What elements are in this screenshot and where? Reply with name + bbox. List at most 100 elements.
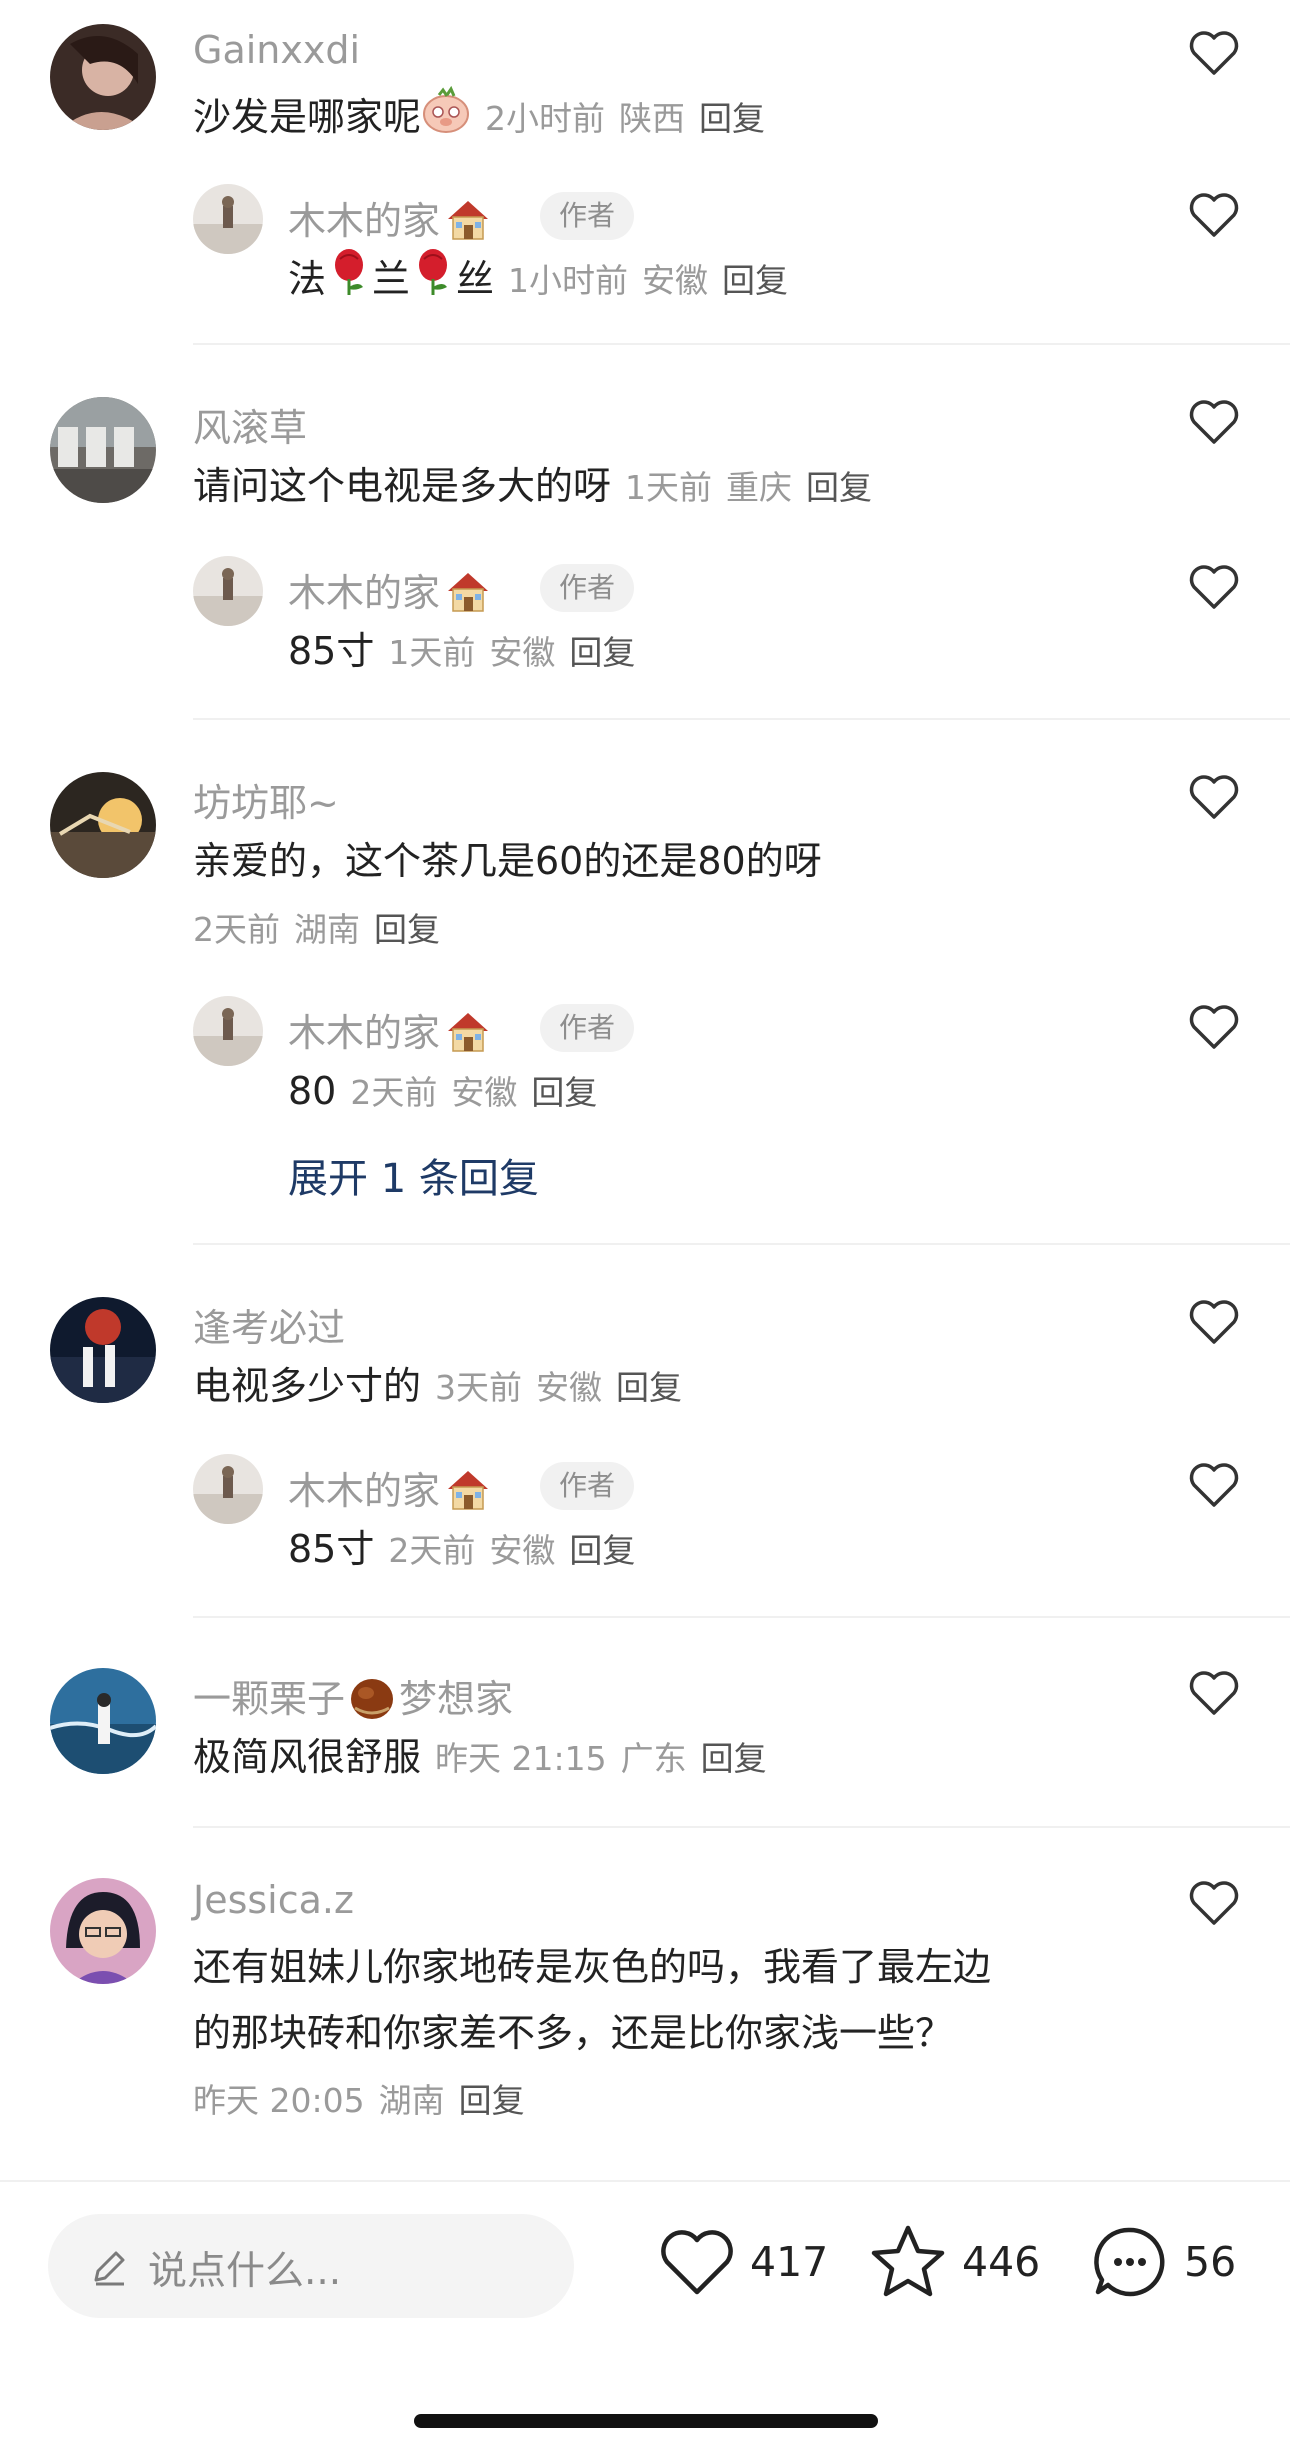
reply-button[interactable]: 回复 xyxy=(374,910,440,949)
expand-replies-button[interactable]: 展开 1 条回复 xyxy=(288,1146,539,1204)
author-badge: 作者 xyxy=(540,1004,634,1052)
pencil-icon xyxy=(94,2251,125,2286)
comment-text-line: 电视多少寸的 3天前 安徽 回复 xyxy=(193,1353,682,1421)
reply-button[interactable]: 回复 xyxy=(569,633,635,672)
comment-text-line: 请问这个电视是多大的呀 1天前 重庆 回复 xyxy=(193,453,872,521)
author-badge: 作者 xyxy=(540,1462,634,1510)
heart-outline-icon[interactable] xyxy=(1187,1876,1241,1930)
avatar[interactable] xyxy=(50,772,156,878)
comment-thread: 坊坊耶~ 亲爱的，这个茶几是60的还是80的呀 2天前 湖南 回复 木木的家 作者 … xyxy=(0,720,1290,1245)
reply-time: 2天前 xyxy=(388,1531,476,1570)
heart-outline-icon[interactable] xyxy=(1187,1000,1241,1054)
avatar[interactable] xyxy=(50,1878,156,1984)
username[interactable]: Jessica.z xyxy=(193,1878,354,1922)
chat-bubble-icon xyxy=(1094,2227,1165,2297)
comment-thread: Jessica.z 还有姐妹儿你家地砖是灰色的吗，我看了最左边 的那块砖和你家差… xyxy=(0,1828,1290,2178)
comment-text-line: 沙发是哪家呢 2小时前 陕西 回复 xyxy=(193,84,765,154)
comment-thread: 逢考必过 电视多少寸的 3天前 安徽 回复 木木的家 作者 85寸 2天前 安徽 回复 xyxy=(0,1245,1290,1618)
heart-outline-icon[interactable] xyxy=(1187,1295,1241,1349)
username[interactable]: 木木的家 xyxy=(288,190,492,252)
username[interactable]: 木木的家 xyxy=(288,562,492,624)
house-emoji-icon xyxy=(444,195,492,252)
rose-emoji-icon xyxy=(326,247,372,317)
comment-time: 昨天 20:05 xyxy=(193,2081,365,2120)
comment-thread: Gainxxdi 沙发是哪家呢 2小时前 陕西 回复 木木的家 作者 法 兰 丝 1小时前安… xyxy=(0,0,1290,345)
comment-text: 还有姐妹儿你家地砖是灰色的吗，我看了最左边 xyxy=(193,1945,992,1989)
reply-text: 85寸 xyxy=(288,629,375,673)
comment-input-placeholder: 说点什么... xyxy=(148,2249,342,2294)
reply-location: 安徽 xyxy=(489,633,556,672)
comment-text: 电视多少寸的 xyxy=(193,1364,422,1408)
heart-outline-icon[interactable] xyxy=(1187,188,1241,242)
like-count: 417 xyxy=(750,2238,829,2286)
comment-location: 湖南 xyxy=(294,910,360,949)
comment-location: 重庆 xyxy=(726,468,793,507)
reply-button[interactable]: 回复 xyxy=(569,1531,635,1570)
avatar[interactable] xyxy=(193,184,263,254)
comment-location: 广东 xyxy=(620,1739,687,1778)
favorite-button[interactable]: 446 xyxy=(868,2224,1048,2304)
heart-outline-icon xyxy=(661,2230,733,2295)
comment-text: 请问这个电视是多大的呀 xyxy=(193,464,612,508)
heart-outline-icon[interactable] xyxy=(1187,1458,1241,1512)
home-indicator xyxy=(414,2414,878,2428)
username[interactable]: 坊坊耶~ xyxy=(193,772,339,827)
username[interactable]: 逢考必过 xyxy=(193,1297,345,1352)
comment-meta-line: 2天前 湖南 回复 xyxy=(193,895,440,963)
reply-text: 丝 xyxy=(456,257,495,301)
comment-feed: Gainxxdi 沙发是哪家呢 2小时前 陕西 回复 木木的家 作者 法 兰 丝 1小时前安… xyxy=(0,0,1290,2178)
comment-text: 极简风很舒服 xyxy=(193,1735,422,1779)
username[interactable]: 木木的家 xyxy=(288,1460,492,1522)
username[interactable]: Gainxxdi xyxy=(193,28,360,72)
reply-button[interactable]: 回复 xyxy=(616,1368,682,1407)
heart-outline-icon[interactable] xyxy=(1187,560,1241,614)
comment-location: 湖南 xyxy=(378,2081,445,2120)
reply-button[interactable]: 回复 xyxy=(701,1739,767,1778)
reply-text: 85寸 xyxy=(288,1527,375,1571)
heart-outline-icon[interactable] xyxy=(1187,26,1241,80)
reply-button[interactable]: 回复 xyxy=(806,468,872,507)
username[interactable]: 风滚草 xyxy=(193,397,307,452)
comment-thread: 一颗栗子 梦想家 极简风很舒服 昨天 21:15 广东 回复 xyxy=(0,1618,1290,1828)
avatar[interactable] xyxy=(50,1668,156,1774)
house-emoji-icon xyxy=(444,1465,492,1522)
reply-text: 法 xyxy=(288,257,327,301)
avatar[interactable] xyxy=(50,24,156,130)
comment-count: 56 xyxy=(1184,2238,1237,2286)
reply-text: 兰 xyxy=(372,257,411,301)
avatar[interactable] xyxy=(193,1454,263,1524)
rose-emoji-icon xyxy=(410,247,456,317)
pig-emoji-icon xyxy=(421,85,471,154)
reply-time: 1小时前 xyxy=(508,261,629,300)
avatar[interactable] xyxy=(50,1297,156,1403)
house-emoji-icon xyxy=(444,567,492,624)
reply-button[interactable]: 回复 xyxy=(722,261,788,300)
reply-text-line: 法 兰 丝 1小时前 安徽 回复 xyxy=(288,246,788,317)
reply-button[interactable]: 回复 xyxy=(699,99,765,138)
chestnut-emoji-icon xyxy=(347,1672,397,1731)
username[interactable]: 木木的家 xyxy=(288,1002,492,1064)
author-badge: 作者 xyxy=(540,192,634,240)
comment-time: 昨天 21:15 xyxy=(435,1739,607,1778)
reply-text-line: 85寸 1天前 安徽 回复 xyxy=(288,618,635,686)
reply-button[interactable]: 回复 xyxy=(459,2081,525,2120)
comment-time: 3天前 xyxy=(435,1368,523,1407)
comment-button[interactable]: 56 xyxy=(1090,2224,1250,2304)
reply-button[interactable]: 回复 xyxy=(531,1073,597,1112)
comment-input[interactable]: 说点什么... xyxy=(48,2214,574,2318)
avatar[interactable] xyxy=(193,556,263,626)
avatar[interactable] xyxy=(193,996,263,1066)
comment-location: 陕西 xyxy=(619,99,686,138)
house-emoji-icon xyxy=(444,1007,492,1064)
comment-text: 的那块砖和你家差不多，还是比你家浅一些？ xyxy=(193,2011,954,2055)
comment-location: 安徽 xyxy=(536,1368,603,1407)
reply-time: 2天前 xyxy=(350,1073,438,1112)
username[interactable]: 一颗栗子 梦想家 xyxy=(193,1668,513,1731)
heart-outline-icon[interactable] xyxy=(1187,770,1241,824)
like-button[interactable]: 417 xyxy=(658,2224,828,2304)
heart-outline-icon[interactable] xyxy=(1187,1666,1241,1720)
heart-outline-icon[interactable] xyxy=(1187,395,1241,449)
avatar[interactable] xyxy=(50,397,156,503)
comment-text-line: 极简风很舒服 昨天 21:15 广东 回复 xyxy=(193,1724,767,1792)
favorite-count: 446 xyxy=(962,2238,1041,2286)
